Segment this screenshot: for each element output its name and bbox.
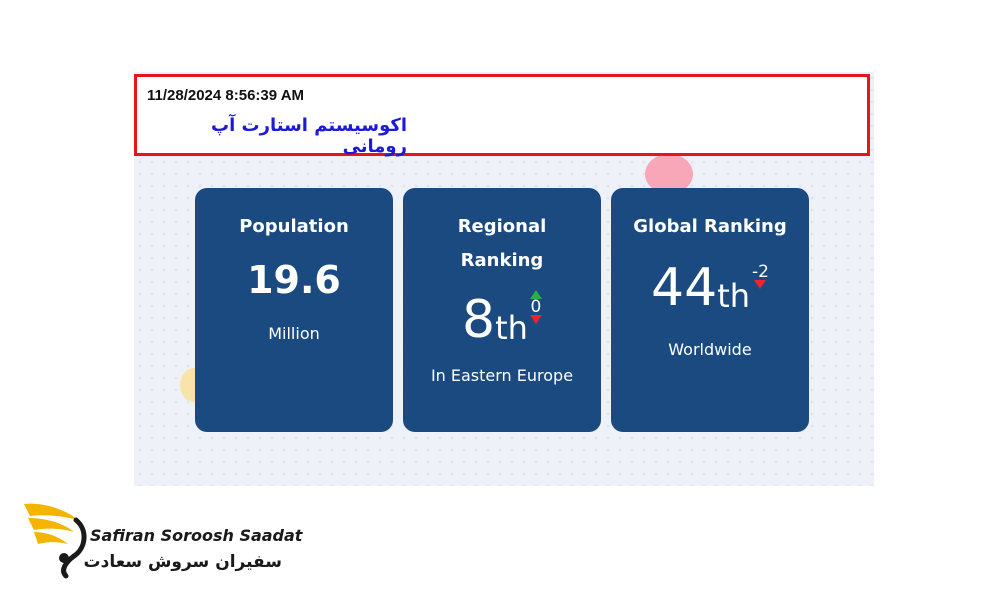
global-ranking-card: Global Ranking 44 th -2 Worldwide (611, 188, 809, 432)
rank-row: 44 th -2 (611, 258, 809, 318)
card-title-line1: Regional (457, 216, 547, 237)
regional-ranking-card: Regional Ranking 8 th 0 In Eastern Europ… (403, 188, 601, 432)
datetime-stamp: 11/28/2024 8:56:39 AM (147, 87, 305, 104)
card-title: Population (239, 216, 349, 237)
card-title: Regional Ranking (403, 210, 601, 278)
rank-suffix: th (495, 309, 528, 347)
down-arrow-icon (529, 315, 542, 324)
company-logo: Safiran Soroosh Saadat سفیران سروش سعادت (20, 496, 303, 580)
population-value: 19.6 (247, 258, 341, 302)
rank-change: -2 (752, 264, 769, 289)
card-caption: Worldwide (668, 340, 752, 359)
card-title: Global Ranking (633, 216, 787, 237)
rank-change: 0 (529, 290, 542, 324)
page-subtitle: اکوسیستم استارت آپ رومانی (211, 115, 407, 157)
rank-change-value: 0 (530, 297, 542, 317)
logo-name-english: Safiran Soroosh Saadat (90, 526, 303, 545)
rank-suffix: th (717, 277, 751, 315)
rank-number: 8 (462, 290, 496, 350)
rank-change-value: -2 (752, 262, 769, 282)
rank-row: 8 th 0 (403, 290, 601, 350)
card-title-line2: Ranking (460, 250, 544, 271)
population-card: Population 19.6 Million (195, 188, 393, 432)
down-arrow-icon (754, 280, 767, 289)
bird-logo-icon (24, 503, 87, 579)
header-box: 11/28/2024 8:56:39 AM اکوسیستم استارت آپ… (134, 74, 870, 157)
card-caption: Million (268, 324, 320, 343)
rank-number: 44 (651, 258, 718, 318)
card-caption: In Eastern Europe (430, 366, 574, 385)
logo-name-persian: سفیران سروش سعادت (83, 552, 282, 572)
